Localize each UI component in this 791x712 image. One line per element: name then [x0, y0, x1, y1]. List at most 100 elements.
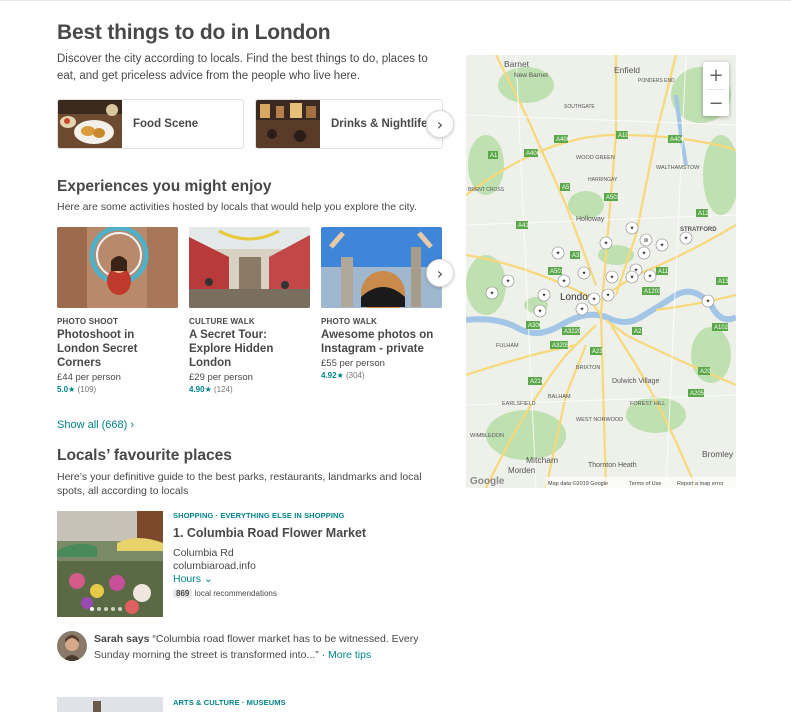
- svg-text:✦: ✦: [581, 270, 586, 277]
- svg-text:BRIXTON: BRIXTON: [576, 365, 600, 371]
- experience-title: A Secret Tour: Explore Hidden London: [189, 329, 274, 369]
- svg-text:✦: ✦: [603, 240, 608, 247]
- experience-price: £55 per person: [321, 358, 385, 369]
- review-count: (124): [213, 385, 233, 394]
- place-image: [57, 697, 163, 712]
- svg-text:A1: A1: [490, 153, 498, 159]
- drinks-nightlife-image: [256, 100, 320, 148]
- svg-text:A20: A20: [700, 369, 711, 375]
- locals-title: Locals’ favourite places: [57, 447, 232, 464]
- svg-text:FULHAM: FULHAM: [496, 343, 519, 349]
- category-card-drinks-nightlife[interactable]: Drinks & Nightlife: [255, 99, 443, 149]
- rating-value: 4.90: [189, 385, 205, 394]
- star-icon: ★: [204, 385, 212, 394]
- svg-text:A5: A5: [562, 185, 570, 191]
- svg-text:A102: A102: [714, 325, 729, 331]
- local-recommendations: 869 local recommendations: [173, 589, 453, 598]
- experience-card[interactable]: CULTURE WALK A Secret Tour: Explore Hidd…: [189, 227, 310, 394]
- svg-text:A406: A406: [526, 151, 541, 157]
- svg-text:✦: ✦: [659, 242, 664, 249]
- experience-card[interactable]: PHOTO WALK Awesome photos on Instagram -…: [321, 227, 442, 380]
- place-image: [57, 511, 163, 617]
- category-card-food-scene[interactable]: Food Scene: [57, 99, 244, 149]
- svg-text:A406: A406: [556, 137, 571, 143]
- zoom-in-button[interactable]: +: [703, 62, 729, 89]
- svg-text:PONDERS END: PONDERS END: [638, 78, 675, 84]
- hours-toggle[interactable]: Hours ⌄: [173, 573, 453, 585]
- experience-title: Awesome photos on Instagram - private: [321, 329, 434, 355]
- experiences-section: Experiences you might enjoy Here are som…: [57, 177, 457, 431]
- svg-text:Dulwich Village: Dulwich Village: [612, 378, 659, 385]
- place-category: ARTS & CULTURE · MUSEUMS: [173, 698, 286, 707]
- svg-text:✦: ✦: [629, 225, 634, 232]
- carousel-dots[interactable]: [90, 607, 122, 611]
- place-website[interactable]: columbiaroad.info: [173, 560, 453, 572]
- svg-text:WOOD GREEN: WOOD GREEN: [576, 155, 615, 161]
- svg-text:✦: ✦: [541, 292, 546, 299]
- next-category-button[interactable]: ›: [426, 110, 454, 138]
- svg-text:HARRINGAY: HARRINGAY: [588, 177, 618, 183]
- svg-text:✦: ✦: [555, 250, 560, 257]
- map-canvas[interactable]: A406 A10 A1 A406 A5 A503 A41 A12 A501 A1…: [466, 55, 736, 488]
- svg-text:✦: ✦: [683, 235, 688, 242]
- svg-text:✦: ✦: [591, 296, 596, 303]
- zoom-out-button[interactable]: −: [703, 90, 729, 117]
- svg-text:FOREST HILL: FOREST HILL: [630, 401, 665, 407]
- svg-text:A13: A13: [718, 279, 729, 285]
- locals-subtitle: Here’s your definitive guide to the best…: [57, 471, 422, 497]
- category-label: Drinks & Nightlife: [331, 118, 428, 130]
- next-experience-button[interactable]: ›: [426, 259, 454, 287]
- experience-image: [57, 227, 178, 308]
- svg-text:Morden: Morden: [508, 466, 535, 475]
- svg-text:A11: A11: [658, 269, 669, 275]
- svg-text:A3: A3: [572, 253, 580, 259]
- svg-text:✦: ✦: [489, 290, 494, 297]
- chevron-right-icon: ›: [436, 114, 444, 134]
- google-logo: Google: [470, 476, 505, 487]
- svg-text:Bromley: Bromley: [702, 449, 734, 459]
- experience-image: [321, 227, 442, 308]
- more-tips-link[interactable]: More tips: [328, 649, 371, 661]
- experiences-carousel: PHOTO SHOOT Photoshoot in London Secret …: [57, 227, 457, 394]
- experience-card[interactable]: PHOTO SHOOT Photoshoot in London Secret …: [57, 227, 178, 394]
- svg-text:A23: A23: [592, 349, 603, 355]
- svg-text:WEST NORWOOD: WEST NORWOOD: [576, 417, 623, 423]
- experience-type: PHOTO WALK: [321, 317, 378, 326]
- svg-text:EARLSFIELD: EARLSFIELD: [502, 401, 536, 407]
- svg-text:✦: ✦: [561, 278, 566, 285]
- svg-text:✦: ✦: [537, 308, 542, 315]
- experience-type: CULTURE WALK: [189, 317, 255, 326]
- svg-text:✦: ✦: [629, 274, 634, 281]
- svg-text:WALTHAMSTOW: WALTHAMSTOW: [656, 165, 700, 171]
- experience-type: PHOTO SHOOT: [57, 317, 119, 326]
- svg-text:A1203: A1203: [644, 289, 662, 295]
- svg-text:✦: ✦: [505, 278, 510, 285]
- place-address: Columbia Rd: [173, 547, 234, 559]
- recommendation-label: local recommendations: [194, 589, 277, 598]
- svg-text:✦: ✦: [705, 298, 710, 305]
- experience-rating: 4.92★ (304): [321, 371, 442, 380]
- experiences-subtitle: Here are some activities hosted by local…: [57, 201, 417, 213]
- svg-text:A503: A503: [606, 195, 621, 201]
- svg-text:A306: A306: [528, 323, 543, 329]
- food-scene-image: [58, 100, 122, 148]
- svg-text:✦: ✦: [579, 306, 584, 313]
- page-intro: Discover the city according to locals. F…: [57, 53, 428, 82]
- svg-text:Thornton Heath: Thornton Heath: [588, 462, 637, 469]
- svg-text:New Barnet: New Barnet: [514, 72, 548, 79]
- svg-text:✦: ✦: [641, 250, 646, 257]
- tip-author: Sarah says: [94, 633, 150, 645]
- svg-text:A3205: A3205: [552, 343, 570, 349]
- map[interactable]: A406 A10 A1 A406 A5 A503 A41 A12 A501 A1…: [466, 55, 736, 488]
- show-all-link[interactable]: Show all (668) ›: [57, 419, 134, 431]
- svg-text:A205: A205: [690, 391, 705, 397]
- tip-text: Sarah says “Columbia road flower market …: [94, 631, 434, 663]
- svg-text:A12: A12: [698, 211, 709, 217]
- locals-section: Locals’ favourite places Here’s your def…: [57, 446, 447, 498]
- svg-text:A501: A501: [550, 269, 565, 275]
- svg-text:A406: A406: [670, 137, 685, 143]
- category-carousel: Food Scene Drinks & Nightlife ›: [57, 99, 457, 149]
- star-icon: ★: [68, 385, 76, 394]
- main-content: Best things to do in London Discover the…: [57, 20, 454, 712]
- place-title[interactable]: 1. Columbia Road Flower Market: [173, 526, 453, 540]
